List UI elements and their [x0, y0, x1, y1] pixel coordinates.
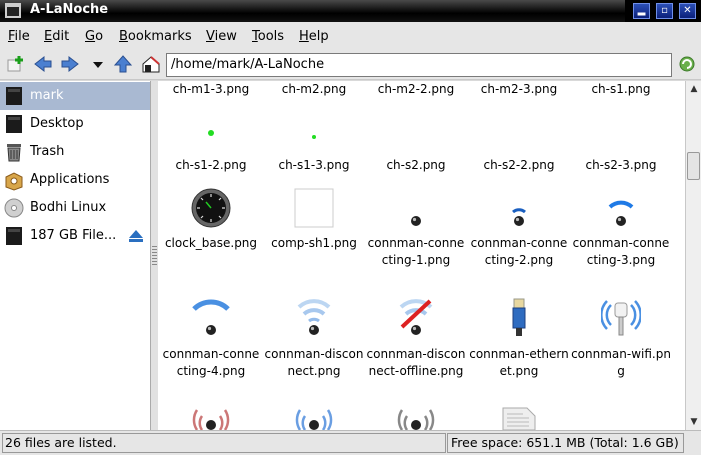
title-bar: A-LaNoche ▂ ▫ ✕: [0, 0, 701, 22]
minimize-button[interactable]: ▂: [633, 3, 650, 19]
green-dot-icon: [208, 130, 214, 136]
file-name: ch-m1-3.png: [172, 82, 250, 96]
file-name: connman-connecting-1.png: [367, 236, 465, 267]
close-button[interactable]: ✕: [679, 3, 696, 19]
sidebar-item-label: Bodhi Linux: [30, 200, 107, 215]
menu-help[interactable]: Help: [299, 29, 329, 44]
wifi-signal-icon: [608, 200, 634, 226]
scroll-thumb[interactable]: [687, 152, 700, 180]
menu-tools[interactable]: Tools: [252, 29, 284, 44]
file-name: ch-m2-3.png: [480, 82, 558, 96]
optical-disc-icon: [4, 198, 24, 218]
up-icon[interactable]: [113, 54, 133, 74]
sidebar-item-label: Trash: [30, 144, 65, 159]
window-title: A-LaNoche: [30, 2, 109, 17]
path-text: /home/mark/A-LaNoche: [171, 57, 325, 72]
applications-icon: [5, 172, 23, 191]
file-name: connman-connecting-4.png: [162, 347, 260, 378]
scroll-up-icon[interactable]: ▲: [688, 83, 700, 95]
sidebar-item-mark[interactable]: mark: [0, 82, 150, 110]
splitter-grip[interactable]: [152, 246, 157, 266]
scroll-down-icon[interactable]: ▼: [688, 416, 700, 428]
file-icon-view: ch-m1-3.png ch-m2.png ch-m2-2.png ch-m2-…: [158, 81, 685, 430]
blank-image-icon: [294, 188, 334, 228]
wifi-blue-icon: [295, 409, 333, 430]
file-name: connman-disconnect.png: [264, 347, 364, 378]
sidebar-item-drive[interactable]: 187 GB File...: [0, 222, 150, 250]
file-name: ch-s1-3.png: [278, 158, 350, 172]
menu-bar: File Edit Go Bookmarks View Tools Help: [0, 22, 701, 50]
file-name: ch-s1-2.png: [175, 158, 247, 172]
clock-icon: [191, 188, 231, 228]
places-sidebar: mark Desktop Trash Applications Bodhi Li…: [0, 81, 151, 430]
status-right-text: Free space: 651.1 MB (Total: 1.6 GB): [451, 435, 679, 450]
green-dot-icon: [312, 135, 316, 139]
maximize-button[interactable]: ▫: [656, 3, 673, 19]
drive-icon: [6, 227, 22, 245]
sidebar-item-applications[interactable]: Applications: [0, 166, 150, 194]
new-tab-icon[interactable]: [6, 54, 26, 74]
menu-bookmarks[interactable]: Bookmarks: [119, 29, 192, 44]
toolbar: /home/mark/A-LaNoche: [0, 50, 701, 80]
status-left-text: 26 files are listed.: [5, 435, 117, 450]
window-menu-icon[interactable]: [5, 3, 21, 18]
wifi-offline-icon: [399, 299, 433, 335]
wifi-signal-icon: [192, 299, 230, 335]
vertical-scrollbar[interactable]: ▲ ▼: [685, 81, 701, 430]
reload-icon[interactable]: [677, 54, 697, 74]
file-name: ch-s2-3.png: [585, 158, 657, 172]
status-free-space: Free space: 651.1 MB (Total: 1.6 GB): [447, 433, 684, 453]
wifi-red-icon: [192, 409, 230, 430]
sidebar-item-label: Applications: [30, 172, 110, 187]
desktop-icon: [6, 115, 22, 133]
file-name: ch-s2.png: [386, 158, 446, 172]
home-icon[interactable]: [141, 54, 161, 74]
document-icon: [502, 407, 536, 430]
sidebar-item-trash[interactable]: Trash: [0, 138, 150, 166]
wifi-faded-icon: [297, 299, 331, 335]
file-name: connman-wifi.png: [571, 347, 671, 378]
forward-icon[interactable]: [60, 54, 80, 74]
sidebar-item-desktop[interactable]: Desktop: [0, 110, 150, 138]
file-name: comp-sh1.png: [271, 236, 357, 250]
file-name: ch-m2-2.png: [377, 82, 455, 96]
back-icon[interactable]: [33, 54, 53, 74]
menu-file[interactable]: File: [8, 29, 30, 44]
file-name: connman-ethernet.png: [469, 347, 569, 378]
ball-icon: [411, 216, 421, 226]
ethernet-plug-icon: [512, 298, 526, 336]
file-name: ch-s1.png: [591, 82, 651, 96]
wifi-signal-icon: [512, 208, 526, 226]
sidebar-item-label: mark: [30, 88, 64, 103]
menu-go[interactable]: Go: [85, 29, 103, 44]
history-dropdown-icon[interactable]: [88, 54, 108, 74]
sidebar-item-bodhi-linux[interactable]: Bodhi Linux: [0, 194, 150, 222]
file-name: connman-connecting-3.png: [572, 236, 670, 267]
file-name: connman-connecting-2.png: [470, 236, 568, 267]
eject-icon[interactable]: [128, 229, 144, 243]
menu-view[interactable]: View: [206, 29, 237, 44]
path-input[interactable]: /home/mark/A-LaNoche: [166, 53, 672, 77]
home-folder-icon: [6, 87, 22, 105]
sidebar-item-label: 187 GB File...: [30, 228, 117, 243]
file-name: ch-s2-2.png: [483, 158, 555, 172]
wifi-broadcast-icon: [601, 300, 641, 336]
file-name: connman-disconnect-offline.png: [366, 347, 466, 378]
file-name: ch-m2.png: [281, 82, 347, 96]
trash-icon: [7, 144, 21, 162]
menu-edit[interactable]: Edit: [44, 29, 69, 44]
wifi-gray-icon: [397, 409, 435, 430]
file-name: clock_base.png: [164, 236, 258, 250]
status-file-count: 26 files are listed.: [2, 433, 446, 453]
pane-splitter[interactable]: [151, 81, 158, 430]
window-controls: ▂ ▫ ✕: [625, 0, 701, 22]
status-bar: 26 files are listed. Free space: 651.1 M…: [0, 430, 701, 455]
sidebar-item-label: Desktop: [30, 116, 84, 131]
